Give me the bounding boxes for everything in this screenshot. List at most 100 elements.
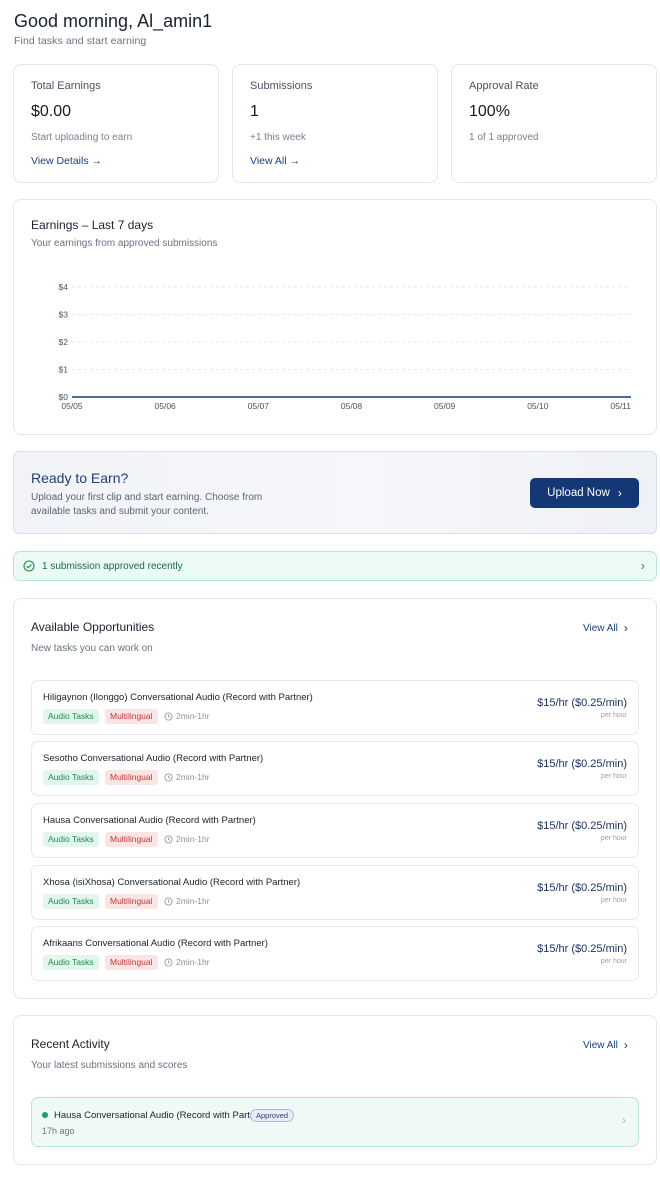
task-row[interactable]: Afrikaans Conversational Audio (Record w… xyxy=(31,926,639,981)
x-tick-label: 05/11 xyxy=(610,401,631,411)
duration: 2min-1hr xyxy=(164,894,210,909)
x-tick-label: 05/10 xyxy=(527,401,549,411)
arrow-right-icon: → xyxy=(91,155,103,167)
task-title: Hausa Conversational Audio (Record with … xyxy=(43,815,256,826)
view-all-label: View All xyxy=(250,155,287,167)
banner-text: Upload your first clip and start earning… xyxy=(31,492,263,517)
y-tick-label: $2 xyxy=(59,337,69,347)
upload-now-button[interactable]: Upload Now › xyxy=(530,478,639,508)
tag-multilingual: Multilingual xyxy=(105,832,158,847)
stat-value: $0.00 xyxy=(31,103,72,120)
duration-text: 2min-1hr xyxy=(176,957,210,967)
duration: 2min-1hr xyxy=(164,770,210,785)
task-rate-unit: per hour xyxy=(600,835,627,842)
task-rate-unit: per hour xyxy=(600,773,627,780)
task-row[interactable]: Hausa Conversational Audio (Record with … xyxy=(31,803,639,858)
x-tick-label: 05/06 xyxy=(155,401,177,411)
tag-audio-tasks: Audio Tasks xyxy=(43,955,99,970)
chevron-right-icon: › xyxy=(623,1038,628,1052)
task-row[interactable]: Sesotho Conversational Audio (Record wit… xyxy=(31,741,639,796)
duration: 2min-1hr xyxy=(164,832,210,847)
x-tick-label: 05/08 xyxy=(341,401,363,411)
recent-activity-view-all-link[interactable]: View All › xyxy=(583,1038,628,1052)
status-badge: Approved xyxy=(250,1109,295,1122)
task-title: Afrikaans Conversational Audio (Record w… xyxy=(43,938,268,949)
tag-audio-tasks: Audio Tasks xyxy=(43,832,99,847)
task-rate: $15/hr ($0.25/min) xyxy=(537,758,627,770)
approval-alert[interactable]: 1 submission approved recently › xyxy=(13,551,657,581)
stat-value: 100% xyxy=(469,103,510,120)
page-subtitle: Find tasks and start earning xyxy=(14,35,147,47)
duration: 2min-1hr xyxy=(164,709,210,724)
activity-item[interactable]: Hausa Conversational Audio (Record with … xyxy=(31,1097,639,1147)
task-rate: $15/hr ($0.25/min) xyxy=(537,882,627,894)
tag-audio-tasks: Audio Tasks xyxy=(43,770,99,785)
recent-activity-title: Recent Activity xyxy=(31,1037,110,1051)
stat-sub: Start uploading to earn xyxy=(31,132,133,143)
task-rate: $15/hr ($0.25/min) xyxy=(537,697,627,709)
duration: 2min-1hr xyxy=(164,955,210,970)
y-tick-label: $4 xyxy=(59,282,69,292)
duration-text: 2min-1hr xyxy=(176,772,210,782)
view-details-label: View Details xyxy=(31,155,89,167)
chevron-right-icon: › xyxy=(617,486,622,500)
view-all-label: View All xyxy=(583,1039,618,1051)
duration-text: 2min-1hr xyxy=(176,711,210,721)
tag-multilingual: Multilingual xyxy=(105,955,158,970)
tag-multilingual: Multilingual xyxy=(105,894,158,909)
tag-multilingual: Multilingual xyxy=(105,770,158,785)
duration-text: 2min-1hr xyxy=(176,896,210,906)
chevron-right-icon: › xyxy=(640,558,645,573)
stat-card-approval-rate: Approval Rate 100% 1 of 1 approved xyxy=(451,64,657,183)
task-rate: $15/hr ($0.25/min) xyxy=(537,820,627,832)
task-row[interactable]: Xhosa (isiXhosa) Conversational Audio (R… xyxy=(31,865,639,920)
clock-icon xyxy=(164,958,173,967)
stat-label: Approval Rate xyxy=(469,80,539,92)
view-all-label: View All xyxy=(583,622,618,634)
x-tick-label: 05/09 xyxy=(434,401,456,411)
duration-text: 2min-1hr xyxy=(176,834,210,844)
task-rate-unit: per hour xyxy=(600,958,627,965)
view-all-submissions-link[interactable]: View All → xyxy=(250,155,300,167)
activity-time: 17h ago xyxy=(42,1126,75,1136)
clock-icon xyxy=(164,835,173,844)
chevron-right-icon: › xyxy=(622,1113,626,1127)
arrow-right-icon: → xyxy=(289,155,301,167)
opportunities-subtitle: New tasks you can work on xyxy=(31,643,153,654)
opportunities-view-all-link[interactable]: View All › xyxy=(583,621,628,635)
task-title: Sesotho Conversational Audio (Record wit… xyxy=(43,753,264,764)
page-title: Good morning, Al_amin1 xyxy=(14,11,213,31)
activity-title: Hausa Conversational Audio (Record with … xyxy=(54,1110,267,1121)
y-tick-label: $1 xyxy=(59,365,69,375)
status-dot-icon xyxy=(42,1112,48,1118)
task-title: Xhosa (isiXhosa) Conversational Audio (R… xyxy=(43,877,301,888)
upload-now-label: Upload Now xyxy=(547,487,610,499)
task-rate-unit: per hour xyxy=(600,897,627,904)
y-tick-label: $3 xyxy=(59,310,69,320)
task-row[interactable]: Hiligaynon (Ilonggo) Conversational Audi… xyxy=(31,680,639,735)
stat-card-submissions: Submissions 1 +1 this week View All → xyxy=(232,64,438,183)
clock-icon xyxy=(164,897,173,906)
tag-multilingual: Multilingual xyxy=(105,709,158,724)
stat-sub: 1 of 1 approved xyxy=(469,132,539,143)
alert-text: 1 submission approved recently xyxy=(42,561,183,572)
stat-sub: +1 this week xyxy=(250,132,306,143)
stat-card-total-earnings: Total Earnings $0.00 Start uploading to … xyxy=(13,64,219,183)
tag-audio-tasks: Audio Tasks xyxy=(43,894,99,909)
chevron-right-icon: › xyxy=(623,621,628,635)
check-circle-icon xyxy=(23,560,35,572)
opportunities-title: Available Opportunities xyxy=(31,620,155,634)
banner-title: Ready to Earn? xyxy=(31,470,129,486)
clock-icon xyxy=(164,712,173,721)
stat-label: Total Earnings xyxy=(31,80,101,92)
x-tick-label: 05/05 xyxy=(61,401,83,411)
clock-icon xyxy=(164,773,173,782)
task-rate: $15/hr ($0.25/min) xyxy=(537,943,627,955)
earnings-line-chart: $4$3$2$1$005/05 05/06 05/07 05/08 05/09 05/10… xyxy=(59,282,632,411)
view-details-link[interactable]: View Details → xyxy=(31,155,102,167)
x-tick-label: 05/07 xyxy=(248,401,270,411)
task-title: Hiligaynon (Ilonggo) Conversational Audi… xyxy=(43,692,313,703)
task-rate-unit: per hour xyxy=(600,712,627,719)
stat-value: 1 xyxy=(250,103,259,120)
stat-label: Submissions xyxy=(250,80,313,92)
